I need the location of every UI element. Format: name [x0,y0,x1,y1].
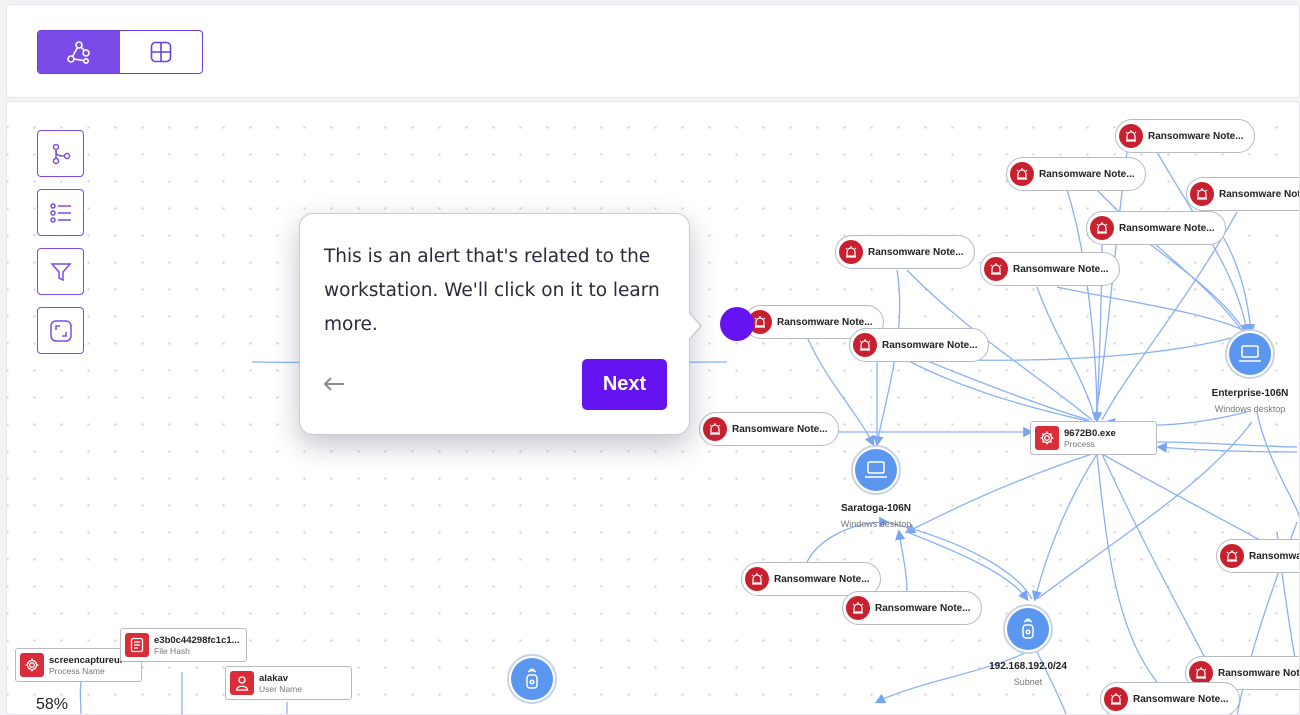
alert-node[interactable]: Ransomware Note... [1086,211,1226,245]
table-view-icon [150,41,172,63]
laptop-icon [1239,345,1261,362]
alert-label: Ransomware Note... [1218,667,1300,679]
saratoga-label: Saratoga-106N Windows desktop [840,503,912,529]
alert-node[interactable]: Ransomware Note... [699,412,839,446]
alert-label: Ransomware Note... [875,602,971,614]
subnet-node[interactable] [1003,604,1053,654]
gear-icon [1035,426,1059,450]
alert-label: Ransomware Note... [1133,693,1229,705]
arrow-left-icon [323,377,344,391]
enterprise-node[interactable] [1225,329,1275,379]
router-icon [526,668,538,689]
siren-icon [1090,216,1114,240]
alert-node[interactable]: Ransomware Note... [1186,177,1300,211]
alert-label: Ransomware Note... [732,423,828,435]
side-tools [37,130,84,354]
siren-icon [745,567,769,591]
alert-label: Ransomware Note... [882,339,978,351]
alert-node[interactable]: Ransomware Note... [1006,157,1146,191]
alert-label: Ransomware Note... [1013,263,1109,275]
layout-tree-icon [52,143,70,164]
layout-tree-button[interactable] [37,130,84,177]
table-view-button[interactable] [120,31,202,73]
alert-label: Ransomware Note... [1119,222,1215,234]
top-toolbar [6,4,1300,98]
process-title: 9672B0.exe [1064,427,1116,439]
alert-label: Ransomware Note... [868,246,964,258]
tour-tooltip: This is an alert that's related to the w… [299,213,702,435]
alert-label: Ransomware Note... [777,316,873,328]
filehash-node[interactable]: e3b0c44298fc1c1... File Hash [120,628,247,662]
fit-screen-icon [49,319,72,342]
next-button[interactable]: Next [582,359,667,410]
subnet-node-2[interactable] [507,654,557,704]
router-icon [1022,618,1034,639]
siren-icon [1119,124,1143,148]
graph-view-button[interactable] [38,31,120,73]
alert-node[interactable]: Ransomware Note... [835,235,975,269]
alert-label: Ransomware Note... [1148,130,1244,142]
alert-node[interactable]: Ransomware Note... [1115,119,1255,153]
alert-node[interactable]: Ransomware Note... [980,252,1120,286]
laptop-icon [865,461,887,478]
siren-icon [1190,182,1214,206]
alert-node[interactable]: Ransomwar [1216,539,1299,573]
back-button[interactable] [322,372,346,396]
alert-node[interactable]: Ransomware Note... [849,328,989,362]
filter-icon [49,262,72,281]
alert-label: Ransomware Note... [1039,168,1135,180]
alert-label: Ransomware Note... [1219,188,1300,200]
tooltip-message: This is an alert that's related to the w… [324,246,660,335]
siren-icon [846,596,870,620]
filter-button[interactable] [37,248,84,295]
alert-node[interactable]: Ransomware Note... [842,591,982,625]
user-icon [230,671,254,695]
process-subtitle: Process [1064,438,1095,449]
gear-icon [20,653,44,677]
user-node[interactable]: alakav User Name [225,666,352,700]
graph-view-icon [67,41,90,64]
siren-icon [1010,162,1034,186]
siren-icon [984,257,1008,281]
siren-icon [703,417,727,441]
siren-icon [1220,544,1244,568]
zoom-level: 58% [36,696,69,713]
list-icon [49,202,71,223]
saratoga-node[interactable] [851,445,901,495]
tour-highlight-marker [720,307,754,341]
list-button[interactable] [37,189,84,236]
process-node[interactable]: 9672B0.exe Process [1030,421,1157,455]
enterprise-label: Enterprise-106N Windows desktop [1211,388,1289,414]
alert-label: Ransomware Note... [774,573,870,585]
siren-icon [853,333,877,357]
view-toggle [37,30,203,74]
tooltip-arrow [688,311,702,341]
siren-icon [839,240,863,264]
fit-screen-button[interactable] [37,307,84,354]
siren-icon [1104,687,1128,711]
subnet-label: 192.168.192.0/24 Subnet [989,661,1067,687]
alert-node[interactable]: Ransomware Note... [1100,682,1240,714]
document-icon [125,633,149,657]
alert-label: Ransomwar [1249,550,1299,562]
